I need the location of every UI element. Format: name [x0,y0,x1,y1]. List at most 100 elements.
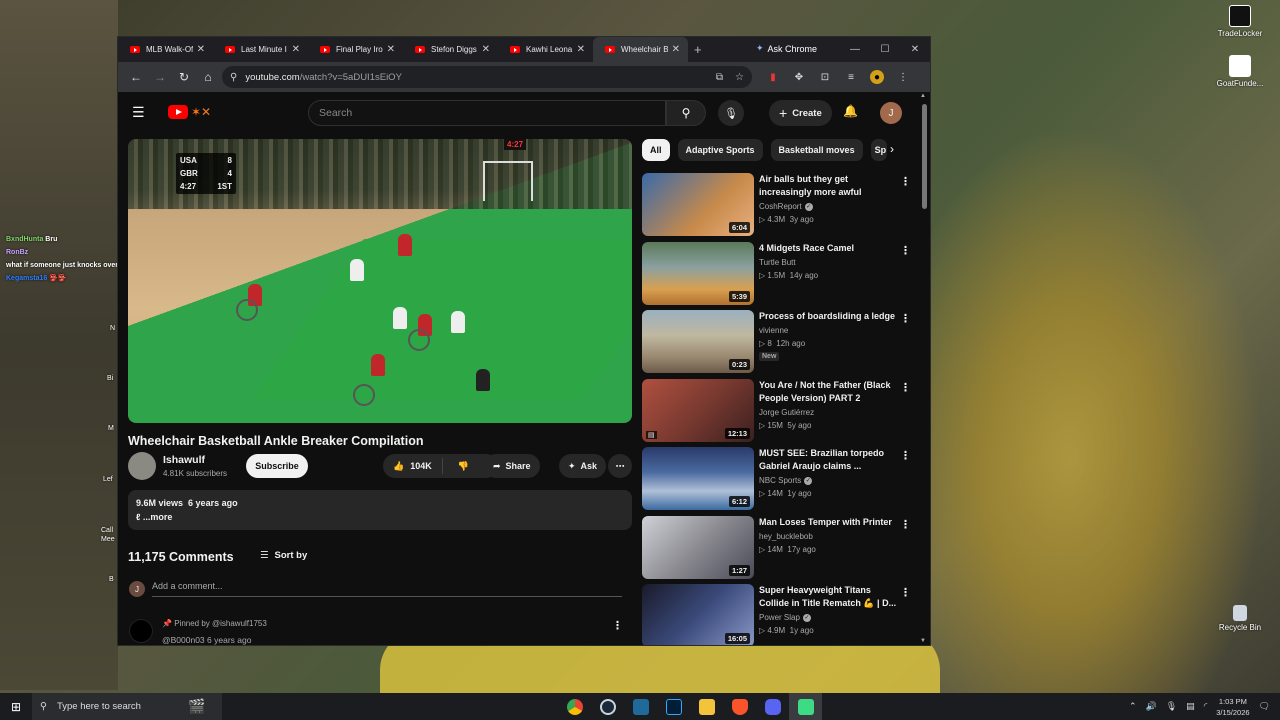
recommendation-channel[interactable]: Jorge Gutiérrez [759,408,814,417]
item-more-icon[interactable]: ⋮ [900,175,911,188]
comment-author-name[interactable]: @B000n03 [162,635,205,645]
clapperboard-icon[interactable]: 🎬 [188,698,205,715]
channel-avatar[interactable] [128,452,156,480]
browser-tab[interactable]: Kawhi Leona ✕ [498,37,593,62]
video-thumbnail[interactable]: 1:27 [642,515,754,579]
notifications-bell-icon[interactable]: 🔔 [843,104,858,118]
tray-chevron-icon[interactable]: ⌃ [1129,701,1137,712]
recommendation-channel[interactable]: Power Slap ✓ [759,613,811,622]
recommendation-item[interactable]: 5:39 4 Midgets Race Camel Turtle Butt ▷ … [642,241,922,311]
wifi-icon[interactable]: ◜ [1204,701,1208,712]
tab-close-icon[interactable]: ✕ [672,44,680,55]
recommendation-item[interactable]: 1:27 Man Loses Temper with Printer hey_b… [642,515,922,585]
video-thumbnail[interactable]: 16:05 [642,584,754,645]
microphone-icon[interactable]: 🎙 [718,100,744,126]
recommendation-channel[interactable]: hey_bucklebob [759,532,813,541]
recommendation-channel[interactable]: Turtle Butt [759,258,796,267]
like-button[interactable]: 👍 104K [383,458,443,474]
taskbar-clock[interactable]: 1:03 PM 3/15/2026 [1216,696,1249,718]
channel-name[interactable]: Ishawulf [163,454,205,466]
address-bar[interactable]: ⚲ youtube.com/watch?v=5aDUI1sEiOY ⧉ ☆ [222,66,752,88]
scroll-down-icon[interactable]: ▼ [920,638,926,644]
hamburger-menu-icon[interactable]: ☰ [132,104,146,121]
search-input[interactable]: Search [308,100,666,126]
visual-studio-taskbar-icon[interactable] [624,693,657,720]
new-tab-icon[interactable]: + [694,42,710,57]
item-more-icon[interactable]: ⋮ [900,312,911,325]
recommendation-item[interactable]: 16:05 Super Heavyweight Titans Collide i… [642,584,922,645]
close-icon[interactable]: ✕ [900,37,930,62]
commenter-avatar[interactable] [129,619,153,643]
recommendation-channel[interactable]: vivienne [759,326,788,335]
video-player[interactable]: USA 8 GBR 4 4:27 1ST 4:27 [128,139,632,423]
scroll-up-icon[interactable]: ▲ [920,93,926,99]
mic-tray-icon[interactable]: 🎙 [1166,701,1177,712]
tab-close-icon[interactable]: ✕ [577,44,585,55]
steam-taskbar-icon[interactable] [591,693,624,720]
recommendation-item[interactable]: 6:04 Air balls but they get increasingly… [642,173,922,242]
tab-close-icon[interactable]: ✕ [482,44,490,55]
chrome-menu-icon[interactable]: ⋮ [896,70,910,84]
chip-truncated[interactable]: Sp [870,139,887,161]
sort-comments-button[interactable]: ☰ Sort by [260,550,307,561]
tab-close-icon[interactable]: ✕ [197,44,205,55]
video-description[interactable]: 9.6M views 6 years ago ℓ ...more [128,490,632,530]
show-more-link[interactable]: ...more [143,512,173,522]
windows-start-icon[interactable]: ⊞ [0,700,32,714]
cast-icon[interactable]: ⧉ [716,72,723,83]
home-icon[interactable]: ⌂ [196,65,220,89]
recommendation-title[interactable]: Super Heavyweight Titans Collide in Titl… [759,584,901,610]
chip-all[interactable]: All [642,139,670,161]
profile-extension-icon[interactable]: ● [870,70,884,84]
extensions-puzzle-icon[interactable]: ✥ [792,70,806,84]
chrome-taskbar-icon[interactable] [558,693,591,720]
item-more-icon[interactable]: ⋮ [900,518,911,531]
notifications-icon[interactable]: 🗨 [1259,701,1270,712]
recommendation-title[interactable]: Air balls but they get increasingly more… [759,173,901,199]
site-info-icon[interactable]: ⚲ [230,72,237,83]
video-thumbnail[interactable]: ▤ 12:13 [642,378,754,442]
browser-tab[interactable]: Last Minute I ✕ [213,37,308,62]
chevron-right-icon[interactable]: › [890,142,894,156]
desktop-icon-tradelocker[interactable]: TradeLocker [1200,5,1280,38]
maximize-icon[interactable]: ☐ [870,37,900,62]
recommendation-title[interactable]: MUST SEE: Brazilian torpedo Gabriel Arau… [759,447,901,473]
discord-taskbar-icon[interactable] [756,693,789,720]
reload-icon[interactable]: ↻ [172,65,196,89]
video-thumbnail[interactable]: 5:39 [642,241,754,305]
back-icon[interactable]: ← [124,65,148,89]
tab-search-icon[interactable]: ⊡ [818,70,832,84]
create-button[interactable]: + Create [769,100,832,126]
desktop-icon-goatfunded[interactable]: GoatFunde... [1200,55,1280,88]
chip-adaptive-sports[interactable]: Adaptive Sports [677,139,763,161]
file-explorer-taskbar-icon[interactable] [690,693,723,720]
recommendation-title[interactable]: Man Loses Temper with Printer [759,516,901,529]
ask-button[interactable]: ✦ Ask [559,454,607,478]
recommendation-title[interactable]: 4 Midgets Race Camel [759,242,901,255]
ask-chrome-button[interactable]: ✦ Ask Chrome [756,43,817,54]
video-thumbnail[interactable]: 6:04 [642,173,754,236]
minimize-icon[interactable]: — [840,37,870,62]
photoshop-taskbar-icon[interactable] [657,693,690,720]
page-scrollbar[interactable]: ▲ ▼ [919,92,929,645]
active-app-taskbar-icon[interactable] [789,693,822,720]
account-avatar[interactable]: J [880,102,902,124]
forward-icon[interactable]: → [148,65,172,89]
chip-basketball-moves[interactable]: Basketball moves [770,139,863,161]
item-more-icon[interactable]: ⋮ [900,381,911,394]
youtube-logo[interactable]: ✶✕ [168,105,211,119]
tab-close-icon[interactable]: ✕ [292,44,300,55]
item-more-icon[interactable]: ⋮ [900,586,911,599]
video-thumbnail[interactable]: 6:12 [642,447,754,510]
recommendation-channel[interactable]: NBC Sports ✓ [759,476,813,485]
comment-more-icon[interactable]: ⋮ [612,619,623,632]
add-comment-input[interactable]: Add a comment... [152,581,622,597]
browser-tab[interactable]: MLB Walk-Of ✕ [118,37,213,62]
subscribe-button[interactable]: Subscribe [246,454,308,478]
brave-taskbar-icon[interactable] [723,693,756,720]
video-thumbnail[interactable]: 0:23 [642,310,754,373]
item-more-icon[interactable]: ⋮ [900,244,911,257]
bookmark-star-icon[interactable]: ☆ [735,72,744,83]
browser-tab[interactable]: Final Play Iro ✕ [308,37,403,62]
recommendation-item[interactable]: 0:23 Process of boardsliding a ledge viv… [642,310,922,379]
